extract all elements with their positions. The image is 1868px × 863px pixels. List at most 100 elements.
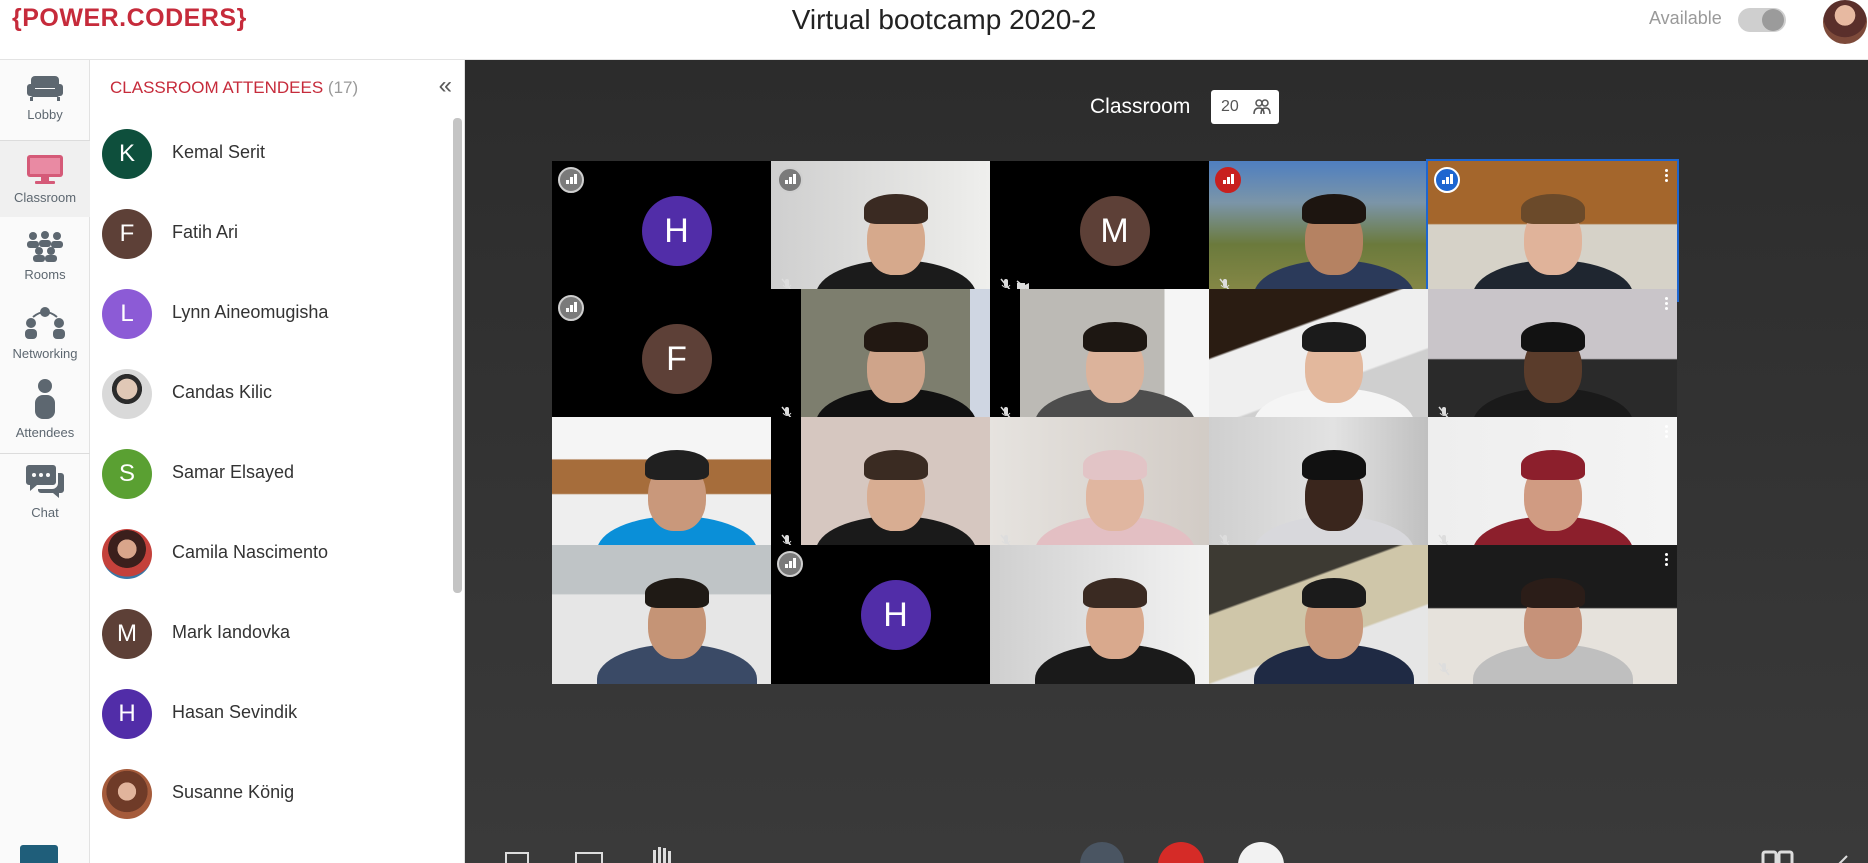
video-tile[interactable] bbox=[1209, 289, 1458, 428]
video-stage: Classroom 20 HM☆FH bbox=[465, 60, 1868, 863]
participant-hair bbox=[1301, 322, 1366, 353]
tile-menu-icon[interactable] bbox=[1665, 169, 1669, 183]
video-tile[interactable] bbox=[552, 545, 801, 684]
participant-hair bbox=[1301, 194, 1366, 225]
participant-hair bbox=[1082, 322, 1147, 353]
participant-hair bbox=[1301, 578, 1366, 609]
nav-chat[interactable]: Chat bbox=[0, 464, 90, 534]
connection-quality-icon bbox=[558, 295, 584, 321]
toggle-knob bbox=[1762, 9, 1784, 31]
grid-view-icon[interactable] bbox=[1761, 848, 1795, 863]
video-tile[interactable] bbox=[1209, 545, 1458, 684]
monitor-icon bbox=[27, 155, 63, 184]
more-options-icon[interactable] bbox=[1837, 850, 1851, 863]
attendee-avatar: L bbox=[102, 289, 152, 339]
video-tile[interactable] bbox=[1428, 545, 1677, 684]
attendee-row[interactable]: Candas Kilic bbox=[90, 367, 450, 447]
screen-icon[interactable] bbox=[575, 852, 605, 863]
attendee-row[interactable]: K Kemal Serit bbox=[90, 127, 450, 207]
video-tile[interactable] bbox=[1426, 159, 1679, 302]
attendee-avatar: K bbox=[102, 129, 152, 179]
nav-rooms[interactable]: Rooms bbox=[0, 230, 90, 300]
user-avatar[interactable] bbox=[1823, 0, 1867, 44]
attendee-avatar: F bbox=[102, 209, 152, 259]
attendee-name: Susanne König bbox=[172, 782, 295, 802]
video-tile[interactable] bbox=[990, 545, 1239, 684]
connection-quality-icon bbox=[558, 167, 584, 193]
nav-classroom[interactable]: Classroom bbox=[0, 141, 90, 217]
attendee-avatar: M bbox=[102, 609, 152, 659]
attendee-avatar bbox=[102, 769, 152, 819]
video-tile[interactable]: M☆ bbox=[990, 161, 1239, 300]
room-count-value: 20 bbox=[1221, 98, 1239, 115]
mic-button[interactable] bbox=[1080, 842, 1124, 863]
video-tile[interactable] bbox=[990, 289, 1239, 428]
attendee-name: Camila Nascimento bbox=[172, 542, 329, 562]
tile-menu-icon[interactable] bbox=[1665, 425, 1669, 439]
attendee-row[interactable]: Camila Nascimento bbox=[90, 527, 450, 607]
attendee-name: Candas Kilic bbox=[172, 382, 273, 402]
video-tile[interactable] bbox=[1428, 417, 1677, 556]
chat-icon bbox=[26, 465, 64, 498]
nav-app-tile[interactable] bbox=[20, 845, 58, 863]
raise-hand-icon[interactable] bbox=[651, 846, 673, 863]
attendee-avatar: H bbox=[102, 689, 152, 739]
video-tile[interactable]: F bbox=[552, 289, 801, 428]
attendee-row[interactable]: L Lynn Aineomugisha bbox=[90, 287, 450, 367]
connection-quality-icon bbox=[777, 551, 803, 577]
attendee-row[interactable]: M Mark Iandovka bbox=[90, 607, 450, 687]
nav-attendees[interactable]: Attendees bbox=[0, 378, 90, 452]
video-tile[interactable] bbox=[771, 417, 1020, 556]
rooms-icon bbox=[27, 231, 63, 262]
participant-hair bbox=[863, 322, 928, 353]
nav-networking-label: Networking bbox=[12, 346, 78, 361]
top-header: {POWER.CODERS} Virtual bootcamp 2020-2 A… bbox=[0, 0, 1868, 60]
camera-button[interactable] bbox=[1238, 842, 1284, 863]
video-tile[interactable]: H bbox=[771, 545, 1020, 684]
participant-initial-avatar: M bbox=[1079, 195, 1150, 266]
participant-hair bbox=[1520, 322, 1585, 353]
participant-hair bbox=[1082, 450, 1147, 481]
connection-quality-icon bbox=[1215, 167, 1241, 193]
video-tile[interactable] bbox=[1428, 289, 1677, 428]
participants-icon bbox=[1253, 99, 1271, 115]
room-title: Classroom bbox=[1090, 95, 1191, 118]
attendee-row[interactable]: F Fatih Ari bbox=[90, 207, 450, 287]
tile-menu-icon[interactable] bbox=[1665, 553, 1669, 567]
nav-lobby[interactable]: Lobby bbox=[0, 72, 90, 142]
leave-button[interactable] bbox=[1158, 842, 1204, 863]
participant-hair bbox=[1301, 450, 1366, 481]
attendee-name: Hasan Sevindik bbox=[172, 702, 298, 722]
video-tile[interactable] bbox=[771, 289, 1020, 428]
participant-initial-avatar: H bbox=[641, 195, 712, 266]
event-title: Virtual bootcamp 2020-2 bbox=[791, 4, 1097, 35]
collapse-panel-icon[interactable]: « bbox=[439, 72, 452, 100]
video-tile[interactable] bbox=[771, 161, 1020, 300]
attendees-panel-title: CLASSROOM ATTENDEES (17) bbox=[110, 78, 358, 98]
attendees-panel: CLASSROOM ATTENDEES (17) « K Kemal Serit F… bbox=[90, 60, 465, 863]
nav-rooms-label: Rooms bbox=[24, 267, 66, 282]
attendee-name: Lynn Aineomugisha bbox=[172, 302, 329, 322]
availability-label: Available bbox=[1649, 8, 1722, 28]
attendee-row[interactable]: S Samar Elsayed bbox=[90, 447, 450, 527]
video-tile[interactable] bbox=[990, 417, 1239, 556]
muted-mic-icon bbox=[1438, 662, 1450, 676]
video-tile[interactable]: H bbox=[552, 161, 801, 300]
video-tile[interactable] bbox=[1209, 417, 1458, 556]
nav-networking[interactable]: Networking bbox=[0, 305, 90, 379]
attendee-name: Kemal Serit bbox=[172, 142, 266, 162]
availability-toggle[interactable] bbox=[1738, 8, 1786, 32]
attendee-avatar: S bbox=[102, 449, 152, 499]
connection-quality-icon bbox=[1434, 167, 1460, 193]
attendee-row[interactable]: H Hasan Sevindik bbox=[90, 687, 450, 767]
layout-icon[interactable] bbox=[505, 852, 531, 863]
video-tile[interactable] bbox=[1209, 161, 1458, 300]
participant-hair bbox=[644, 578, 709, 609]
connection-quality-icon bbox=[777, 167, 803, 193]
attendee-row[interactable]: Susanne König bbox=[90, 767, 450, 847]
room-participant-count[interactable]: 20 bbox=[1211, 90, 1279, 124]
video-tile[interactable] bbox=[552, 417, 801, 556]
tile-menu-icon[interactable] bbox=[1665, 297, 1669, 311]
participant-initial-avatar: F bbox=[641, 323, 712, 394]
attendees-scrollbar[interactable] bbox=[453, 118, 462, 593]
